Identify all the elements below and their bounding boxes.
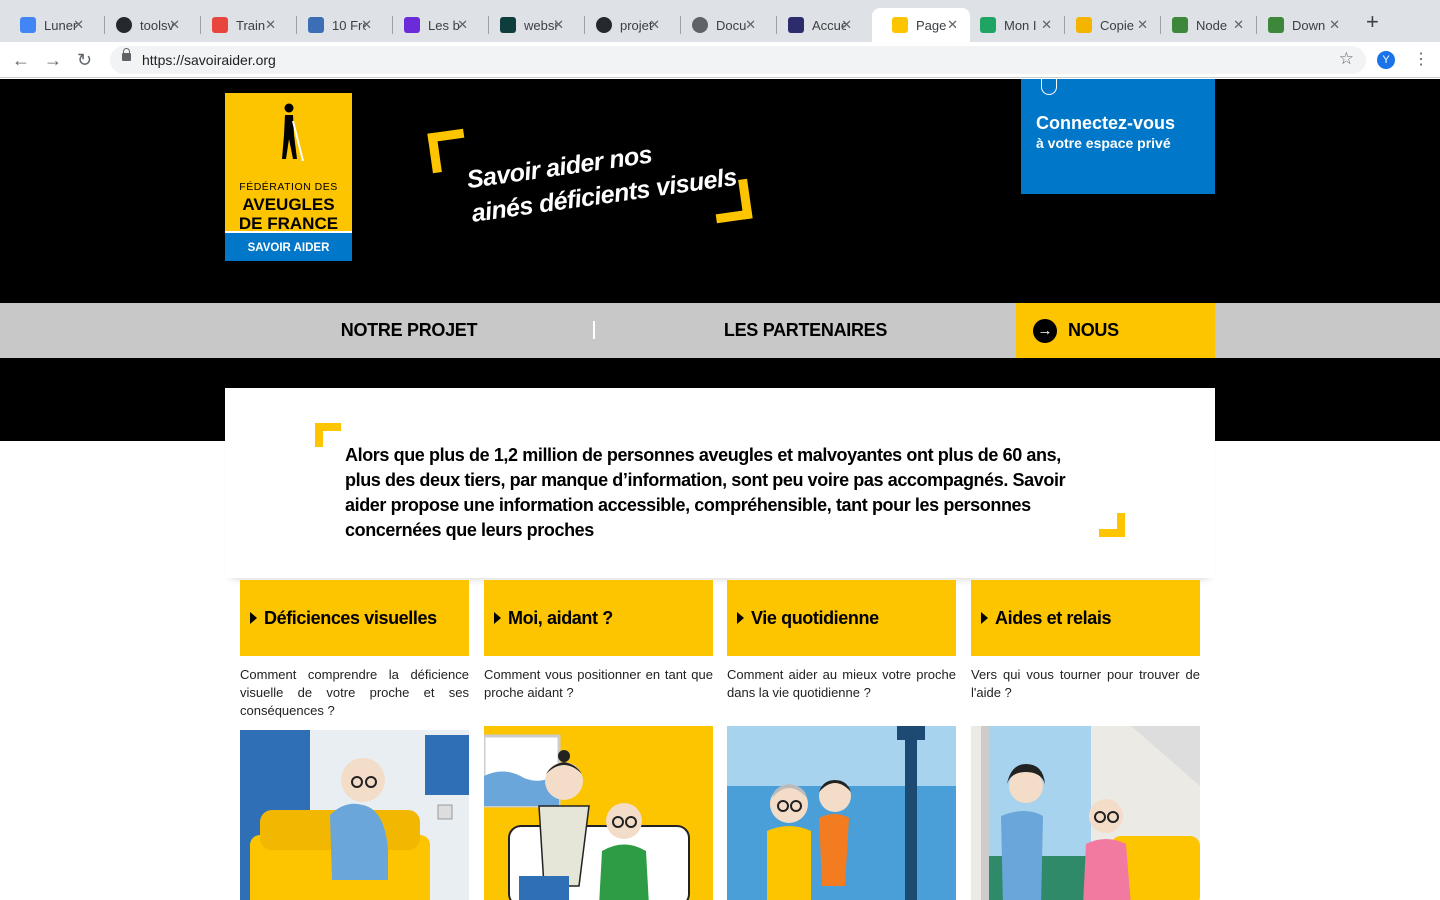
close-tab-icon[interactable]: ✕ [1329,17,1340,33]
login-label: Connectez-vous [1036,113,1176,133]
header-banner: FÉDÉRATION DES AVEUGLES DE FRANCE SAVOIR … [0,79,1440,441]
tab-favicon-icon [20,17,36,33]
back-icon[interactable]: ← [12,50,30,70]
card-aides-et-relais[interactable]: Aides et relais Vers qui vous tourner po… [971,580,1200,900]
close-tab-icon[interactable]: ✕ [1041,17,1052,33]
tab-favicon-icon [788,17,804,33]
url-text[interactable]: https://savoiraider.org [142,52,276,68]
close-tab-icon[interactable]: ✕ [553,17,564,33]
browser-toolbar: ← → ↻ https://savoiraider.org ☆ Y ⋮ [0,42,1440,78]
card-vie-quotidienne[interactable]: Vie quotidienne Comment aider au mieux v… [727,580,956,900]
logo-line-aveugles: AVEUGLES DE FRANCE [238,195,339,233]
browser-tab[interactable]: Down ✕ [1248,8,1352,42]
bookmark-star-icon[interactable]: ☆ [1339,49,1354,69]
new-tab-button[interactable]: + [1366,11,1379,33]
close-tab-icon[interactable]: ✕ [361,17,372,33]
user-icon [1041,79,1057,95]
lock-icon [122,48,131,61]
close-tab-icon[interactable]: ✕ [1233,17,1244,33]
card-title: Aides et relais [995,607,1112,628]
caret-right-icon [494,612,501,624]
tab-favicon-icon [212,17,228,33]
close-tab-icon[interactable]: ✕ [1137,17,1148,33]
card-illustration[interactable] [484,726,713,900]
login-button[interactable]: Connectez-vous à votre espace privé [1021,79,1215,194]
card-illustration[interactable] [240,730,469,900]
close-tab-icon[interactable]: ✕ [169,17,180,33]
profile-avatar[interactable]: Y [1377,51,1395,69]
card-illustration[interactable] [971,726,1200,900]
nodejs-icon [1268,17,1284,33]
browser-tab[interactable]: Accue ✕ [768,8,864,42]
browser-tab[interactable]: Train ✕ [192,8,288,42]
browser-tab[interactable]: toolsv ✕ [96,8,192,42]
card-title: Déficiences visuelles [264,607,437,628]
close-tab-icon[interactable]: ✕ [947,17,958,33]
quote-bracket-close-icon [1099,513,1125,537]
caret-right-icon [250,612,257,624]
browser-tab[interactable]: websi ✕ [480,8,576,42]
nodejs-icon [1172,17,1188,33]
caret-right-icon [737,612,744,624]
arrow-right-icon: → [1033,319,1057,343]
logo-line-federation: FÉDÉRATION DES [239,181,338,193]
browser-tab[interactable]: Copie ✕ [1056,8,1160,42]
card-title: Moi, aidant ? [508,607,613,628]
card-description: Vers qui vous tourner pour trouver de l'… [971,667,1200,700]
card-description: Comment vous positionner en tant que pro… [484,667,713,700]
browser-tab[interactable]: projet ✕ [576,8,672,42]
intro-text: Alors que plus de 1,2 million de personn… [345,445,1066,540]
nav-partenaires[interactable]: LES PARTENAIRES [595,303,1016,358]
browser-tab[interactable]: 10 Fre ✕ [288,8,384,42]
nav-notre-projet[interactable]: NOTRE PROJET [225,303,593,358]
browser-tab-active[interactable]: Page ✕ [872,8,970,42]
browser-tab[interactable]: Les b ✕ [384,8,480,42]
browser-tab[interactable]: Luner ✕ [0,8,96,42]
card-description: Comment comprendre la déficience visuell… [240,667,469,718]
close-tab-icon[interactable]: ✕ [265,17,276,33]
card-deficiences-visuelles[interactable]: Déficiences visuelles Comment comprendre… [240,580,469,900]
nav-contact-button[interactable]: → NOUS CONTACTER [1016,303,1215,395]
site-logo[interactable]: FÉDÉRATION DES AVEUGLES DE FRANCE SAVOIR … [225,93,352,261]
card-illustration[interactable] [727,726,956,900]
github-icon [116,17,132,33]
tab-favicon-icon [404,17,420,33]
quote-bracket-close-icon [711,178,753,224]
card-moi-aidant[interactable]: Moi, aidant ? Comment vous positionner e… [484,580,713,900]
close-tab-icon[interactable]: ✕ [457,17,468,33]
browser-menu-icon[interactable]: ⋮ [1413,50,1429,70]
close-tab-icon[interactable]: ✕ [841,17,852,33]
google-slides-icon [1076,17,1092,33]
blind-person-icon [282,103,304,162]
reload-icon[interactable]: ↻ [77,50,92,70]
globe-icon [692,17,708,33]
browser-tab[interactable]: Docu ✕ [672,8,768,42]
browser-tab[interactable]: Node ✕ [1152,8,1256,42]
main-navigation: NOTRE PROJET LES PARTENAIRES → NOUS CONT… [0,303,1440,395]
close-tab-icon[interactable]: ✕ [73,17,84,33]
google-drive-icon [980,17,996,33]
card-description: Comment aider au mieux votre proche dans… [727,667,956,700]
tab-favicon-icon [308,17,324,33]
card-title: Vie quotidienne [751,607,879,628]
caret-right-icon [981,612,988,624]
intro-panel: Alors que plus de 1,2 million de personn… [225,388,1215,578]
close-tab-icon[interactable]: ✕ [745,17,756,33]
close-tab-icon[interactable]: ✕ [649,17,660,33]
logo-badge: SAVOIR AIDER [225,231,352,261]
webpage: FÉDÉRATION DES AVEUGLES DE FRANCE SAVOIR … [0,79,1440,900]
slogan: Savoir aider nos ainés déficients visuels [427,128,760,228]
address-bar[interactable]: https://savoiraider.org ☆ [110,46,1366,74]
browser-tab-strip: Luner ✕ toolsv ✕ Train ✕ 10 Fre ✕ Les b ✕ web… [0,0,1440,42]
github-icon [596,17,612,33]
quote-bracket-open-icon [427,128,469,174]
tab-favicon-icon [500,17,516,33]
tab-favicon-icon [892,17,908,33]
quote-bracket-open-icon [315,423,341,447]
login-sublabel: à votre espace privé [1036,135,1171,151]
browser-tab[interactable]: Mon I ✕ [960,8,1064,42]
forward-icon[interactable]: → [44,50,62,70]
